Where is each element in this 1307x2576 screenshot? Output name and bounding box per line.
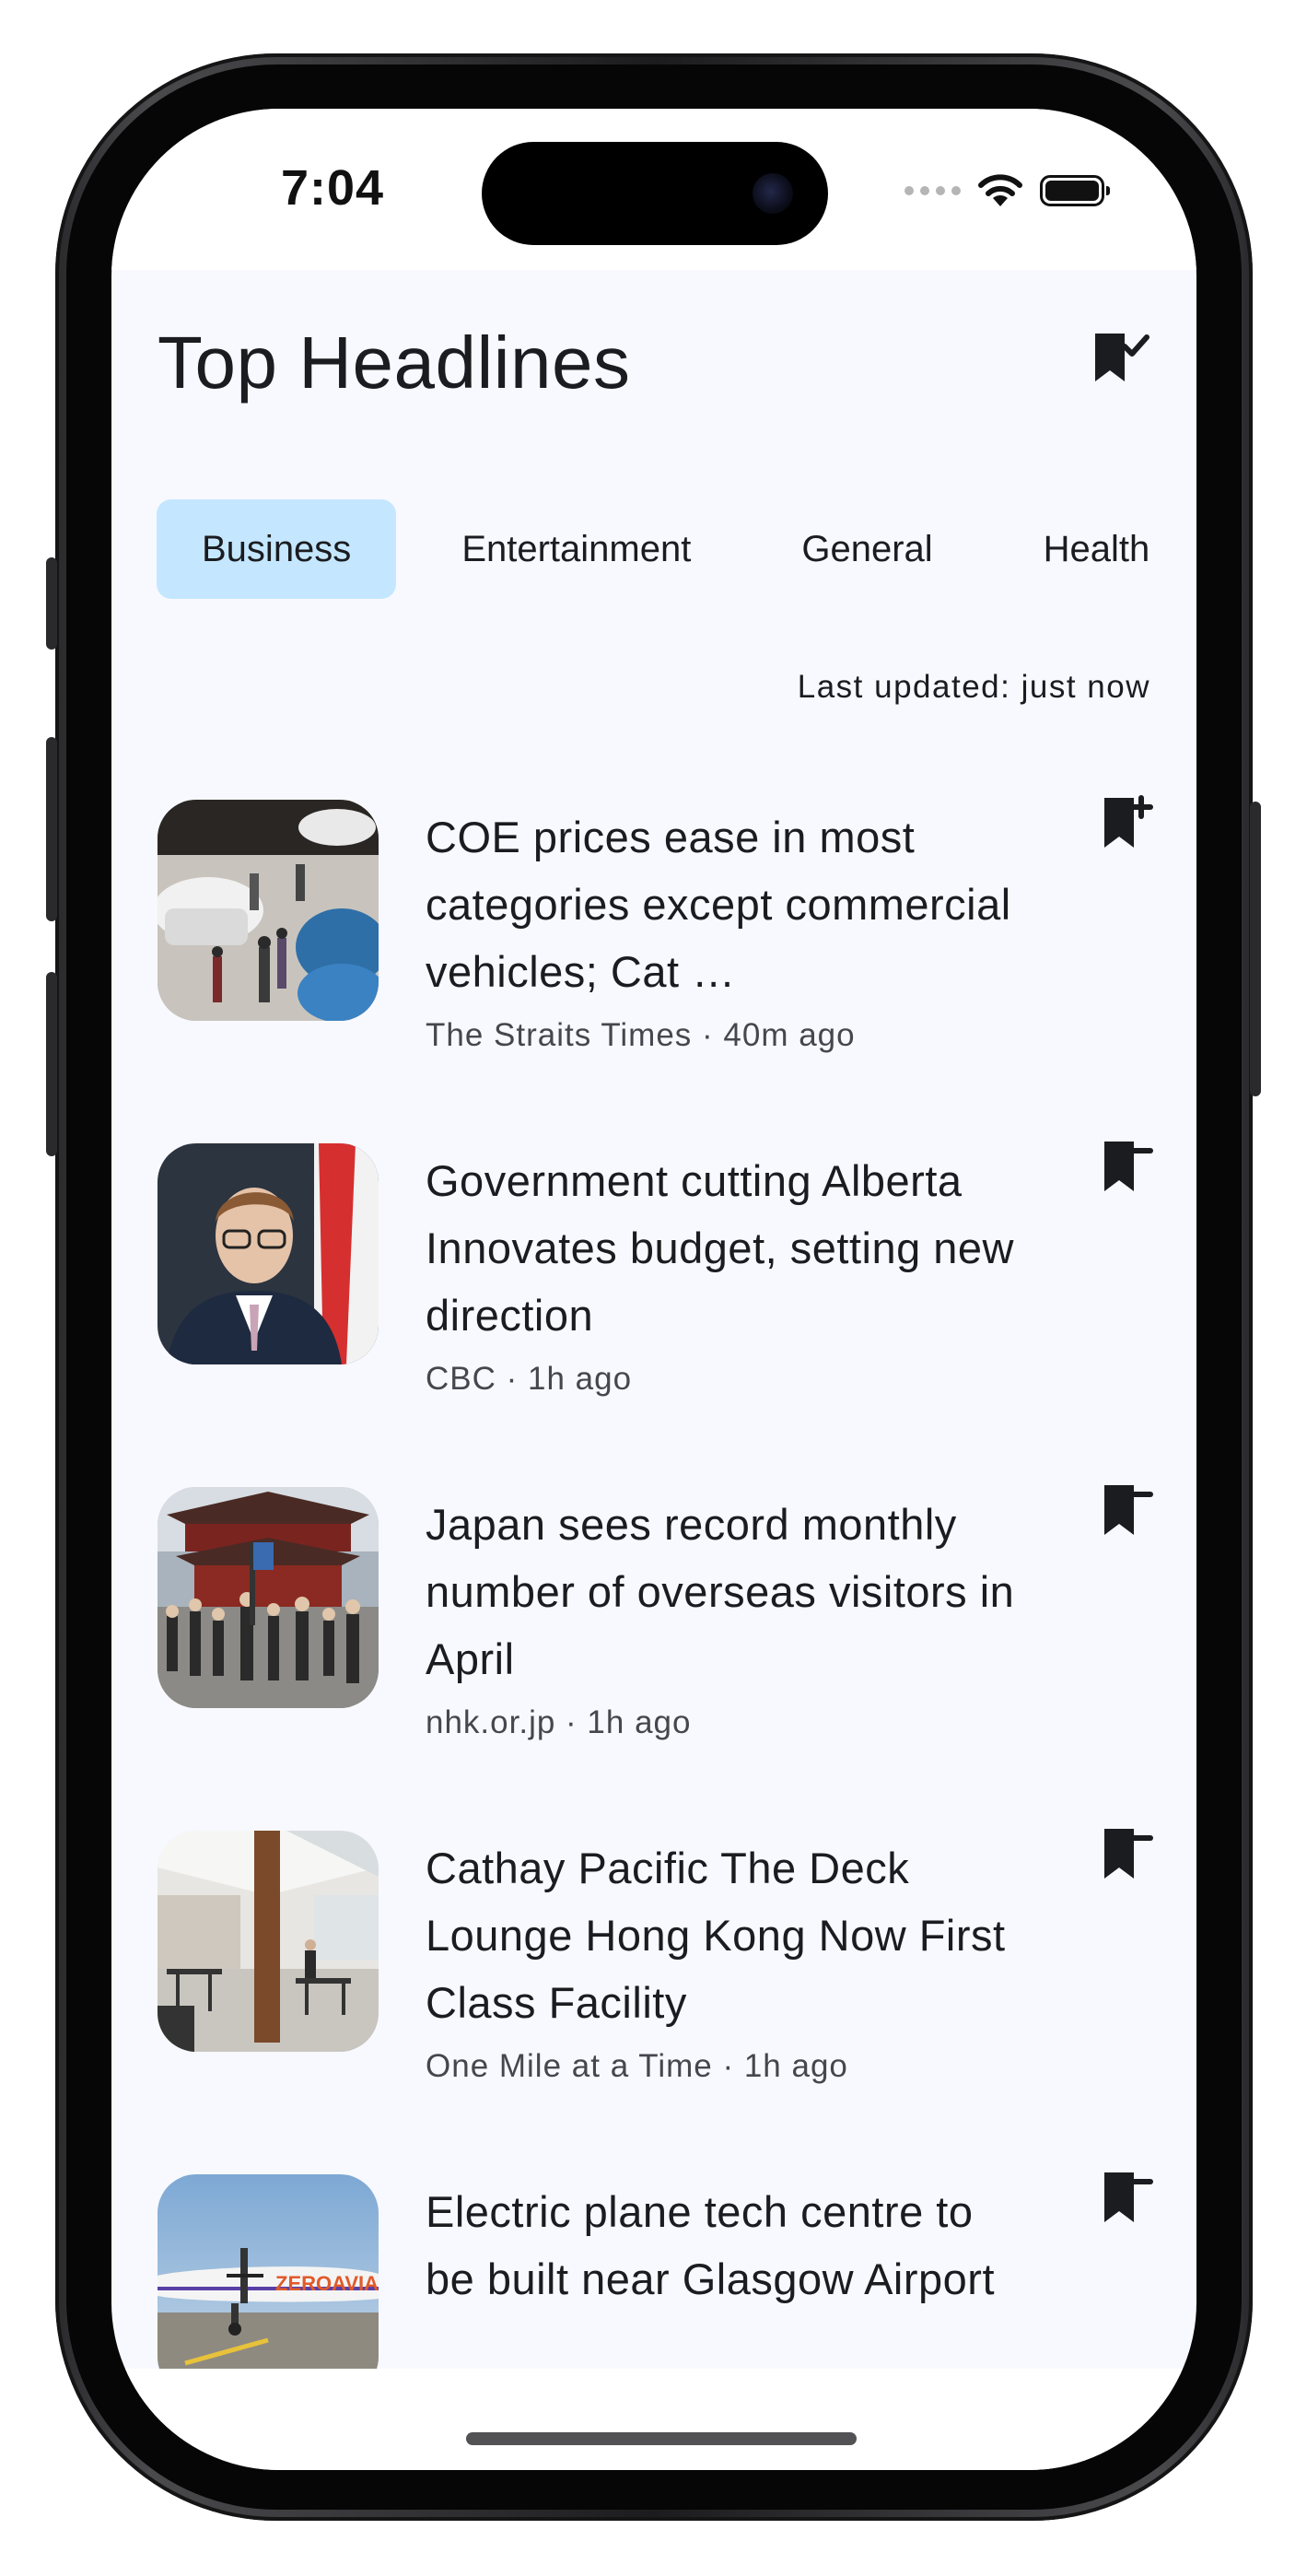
bookmark-add-icon[interactable] — [1099, 792, 1158, 855]
article-thumbnail — [158, 800, 379, 1021]
article-thumbnail — [158, 1487, 379, 1708]
status-bar: 7:04 — [111, 109, 1196, 270]
power-button — [1250, 802, 1261, 1096]
status-icons — [904, 168, 1110, 214]
article-headline: Japan sees record monthly number of over… — [426, 1500, 1015, 1683]
wifi-icon — [978, 174, 1022, 206]
last-updated: Last updated: just now — [797, 669, 1150, 705]
article-item[interactable]: Cathay Pacific The Deck Lounge Hong Kong… — [158, 1829, 1171, 2084]
home-indicator[interactable] — [466, 2432, 857, 2445]
bookmark-remove-icon[interactable] — [1099, 1136, 1158, 1199]
category-tabs: Business Entertainment General Health — [157, 499, 1196, 601]
article-headline: Cathay Pacific The Deck Lounge Hong Kong… — [426, 1844, 1006, 2027]
article-thumbnail: ZEROAVIA WS — [158, 2174, 379, 2395]
tab-general[interactable]: General — [756, 499, 977, 599]
plane-livery-text: ZEROAVIA — [275, 2272, 379, 2295]
article-item[interactable]: Government cutting Alberta Innovates bud… — [158, 1142, 1171, 1397]
battery-icon — [1040, 175, 1110, 206]
bookmark-check-icon[interactable] — [1090, 326, 1154, 391]
article-meta: One Mile at a Time · 1h ago — [426, 2048, 848, 2084]
volume-down-button — [46, 972, 57, 1156]
article-meta: nhk.or.jp · 1h ago — [426, 1704, 692, 1740]
camera-icon — [753, 173, 793, 214]
article-headline: Government cutting Alberta Innovates bud… — [426, 1156, 1014, 1340]
article-meta: The Straits Times · 40m ago — [426, 1017, 856, 1053]
bookmark-remove-icon[interactable] — [1099, 2167, 1158, 2230]
tab-health[interactable]: Health — [998, 499, 1196, 599]
article-item[interactable]: Japan sees record monthly number of over… — [158, 1485, 1171, 1740]
dynamic-island — [482, 142, 828, 245]
volume-up-button — [46, 737, 57, 921]
page-title: Top Headlines — [158, 322, 631, 404]
article-headline: COE prices ease in most categories excep… — [426, 813, 1011, 996]
tab-entertainment[interactable]: Entertainment — [416, 499, 736, 599]
screen: 7:04 Top Headlines Business Entertainment… — [111, 109, 1196, 2470]
bookmark-remove-icon[interactable] — [1099, 1823, 1158, 1886]
cellular-signal-icon — [904, 186, 961, 195]
article-meta: CBC · 1h ago — [426, 1361, 633, 1397]
article-headline: Electric plane tech centre to be built n… — [426, 2187, 995, 2303]
article-thumbnail — [158, 1143, 379, 1364]
article-thumbnail — [158, 1831, 379, 2052]
action-button — [46, 557, 57, 650]
tab-business[interactable]: Business — [157, 499, 397, 599]
article-item[interactable]: COE prices ease in most categories excep… — [158, 795, 1171, 1053]
status-time: 7:04 — [280, 160, 385, 216]
bookmark-remove-icon[interactable] — [1099, 1480, 1158, 1542]
home-indicator-area — [111, 2369, 1196, 2470]
